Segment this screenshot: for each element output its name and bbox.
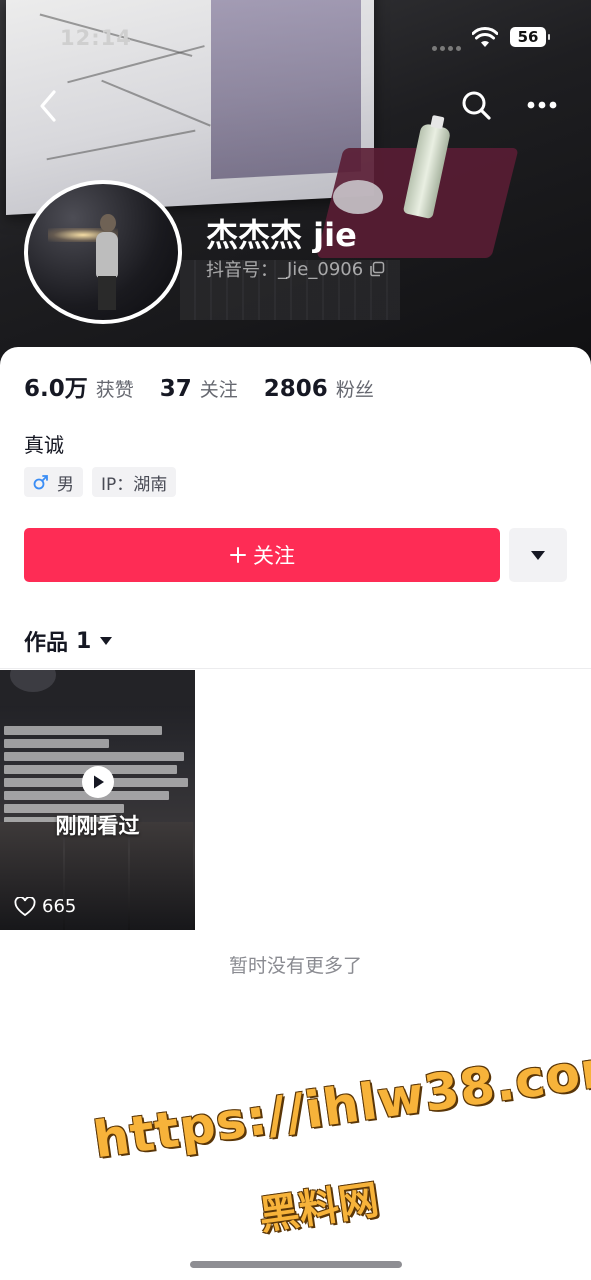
profile-bio: 真诚 <box>24 433 64 457</box>
profile-id-label: 抖音号： <box>206 260 278 281</box>
tab-works-label: 作品 <box>24 631 69 656</box>
stat-followers-label: 粉丝 <box>335 379 374 401</box>
gender-tag: 男 <box>24 467 83 497</box>
wifi-icon <box>472 27 498 47</box>
recently-watched-label: 刚刚看过 <box>55 814 140 838</box>
follow-button-label: 关注 <box>253 544 295 568</box>
cellular-signal-icon <box>432 36 464 55</box>
video-likes: 665 <box>14 896 76 917</box>
profile-id-row[interactable]: 抖音号： _Jie_0906 <box>206 256 385 282</box>
search-icon[interactable] <box>459 88 493 122</box>
tab-works[interactable]: 作品 1 <box>24 625 113 657</box>
end-of-list-message: 暂时没有更多了 <box>228 955 362 977</box>
tab-works-count: 1 <box>76 628 92 654</box>
home-indicator[interactable] <box>190 1261 402 1268</box>
profile-id-value: _Jie_0906 <box>278 258 364 280</box>
play-icon <box>82 766 114 798</box>
profile-stats: 6.0万 获赞 37 关注 2806 粉丝 <box>24 369 400 403</box>
stat-likes-value: 6.0万 <box>24 376 88 402</box>
stat-following-value: 37 <box>159 376 192 402</box>
stat-followers[interactable]: 2806 粉丝 <box>264 375 374 402</box>
avatar[interactable] <box>24 180 182 324</box>
ip-location-label: IP：湖南 <box>101 474 168 495</box>
profile-username: 杰杰杰 jie <box>206 216 357 254</box>
recommend-dropdown-button[interactable] <box>509 528 567 582</box>
stat-following-label: 关注 <box>199 379 238 401</box>
triangle-down-icon <box>531 551 545 560</box>
caret-down-icon <box>100 637 113 645</box>
stat-followers-value: 2806 <box>263 376 328 402</box>
status-time: 12:14 <box>60 26 132 50</box>
male-icon <box>33 475 48 490</box>
heart-outline-icon <box>14 896 36 916</box>
chevron-left-icon[interactable] <box>34 88 64 124</box>
stat-following[interactable]: 37 关注 <box>160 375 238 402</box>
status-bar: 12:14 56 <box>0 24 591 56</box>
stat-likes[interactable]: 6.0万 获赞 <box>24 369 134 403</box>
gender-tag-label: 男 <box>57 474 74 495</box>
stat-likes-label: 获赞 <box>95 379 134 401</box>
battery-indicator: 56 <box>510 27 550 47</box>
video-likes-count: 665 <box>42 896 77 917</box>
profile-tags: 男 IP：湖南 <box>24 467 185 497</box>
video-thumbnail[interactable]: 刚刚看过 665 <box>0 670 195 930</box>
tab-divider <box>0 668 591 669</box>
more-horizontal-icon[interactable] <box>526 92 558 118</box>
ip-location-tag: IP：湖南 <box>92 467 177 497</box>
profile-banner: 12:14 56 杰杰杰 jie 抖音号： _Jie_0906 <box>0 0 591 372</box>
plus-icon <box>230 547 246 563</box>
follow-button[interactable]: 关注 <box>24 528 500 582</box>
copy-icon[interactable] <box>369 261 385 277</box>
